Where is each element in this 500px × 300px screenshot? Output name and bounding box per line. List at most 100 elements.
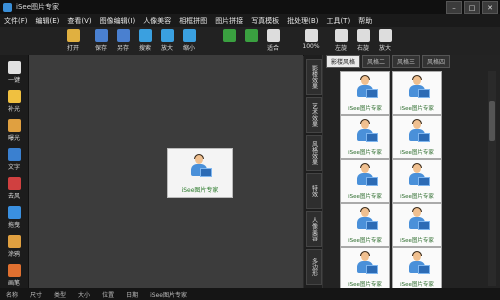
toolbar-button[interactable] [240,29,262,53]
menu-item[interactable]: 查看(V) [63,16,95,26]
effect-thumbnail[interactable]: iSee图片专家 [340,115,390,159]
effect-thumbnail[interactable]: iSee图片专家 [392,159,442,203]
doodle-icon [7,235,21,248]
status-field: iSee图片专家 [150,291,187,299]
effect-thumbnail[interactable]: iSee图片专家 [340,159,390,203]
toolbar-button[interactable]: 另存 [112,29,134,53]
toolbar-button[interactable] [218,29,240,53]
toolbar-button-label: 放大 [378,45,391,52]
effect-thumbnail[interactable]: iSee图片专家 [392,203,442,247]
status-field: 日期 [126,291,139,299]
menu-item[interactable]: 图像编辑(I) [96,16,140,26]
toolbar-button[interactable]: 缩小 [178,29,200,53]
forward-arrow-icon [244,29,258,42]
back-arrow-icon [222,29,236,42]
avatar-icon [354,207,378,230]
effect-style-tab[interactable]: 风格二 [362,55,391,68]
maximize-button[interactable]: □ [464,1,480,14]
effect-thumbnail[interactable]: iSee图片专家 [340,247,390,291]
toolbar-button-label: 左旋 [334,45,347,52]
thumbnail-caption: iSee图片专家 [400,150,434,156]
sidebar-tool[interactable]: 拖曳 [1,204,27,232]
sidebar-tool[interactable]: 去风 [1,175,27,203]
effect-style-tab[interactable]: 影楼风格 [326,55,361,68]
avatar-icon [188,154,212,177]
effect-thumbnail[interactable]: iSee图片专家 [340,71,390,115]
menu-item[interactable]: 帮助 [354,16,376,26]
fit-icon [266,29,280,42]
image-canvas[interactable]: iSee图片专家 [29,55,303,288]
effect-category-tabs: 影楼效果艺术效果风格效果特效人像美容多边形 [304,55,323,288]
menu-item[interactable]: 文件(F) [0,16,32,26]
sidebar-tool-label: 涂鸦 [7,251,20,258]
thumbnail-caption: iSee图片专家 [400,238,434,244]
sidebar-tool-label: 补光 [7,106,20,113]
sidebar-tool[interactable]: 补光 [1,88,27,116]
thumbnail-caption: iSee图片专家 [400,194,434,200]
toolbar-button[interactable]: 100% [300,29,322,53]
effect-style-tabs: 影楼风格 风格二 风格三 风格四 [326,55,476,68]
minimize-button[interactable]: – [446,1,462,14]
sidebar-tool[interactable]: 文字 [1,146,27,174]
menu-bar: 文件(F) 编辑(E) 查看(V) 图像编辑(I) 人像美容 相框拼图 图片拼接 写真模板 批处… [0,14,500,27]
toolbar-button[interactable]: 搜索 [134,29,156,53]
menu-item[interactable]: 相框拼图 [175,16,211,26]
text-icon [7,148,21,161]
sidebar-tool[interactable]: 画笔 [1,262,27,290]
fill-light-icon [7,90,21,103]
scrollbar-thumb[interactable] [489,101,495,141]
effect-style-tab[interactable]: 风格四 [422,55,451,68]
effect-category-tab[interactable]: 影楼效果 [306,59,322,95]
effect-thumbnail[interactable]: iSee图片专家 [340,203,390,247]
preview-image[interactable]: iSee图片专家 [167,148,233,198]
sidebar-tool-label: 拖曳 [7,222,20,229]
effect-category-tab[interactable]: 艺术效果 [306,97,322,133]
toolbar-button[interactable]: 打开 [62,29,84,53]
sidebar-tool-label: 画笔 [7,280,20,287]
thumbnail-caption: iSee图片专家 [348,282,382,288]
zoom-out-icon [182,29,196,42]
effect-style-tab[interactable]: 风格三 [392,55,421,68]
status-field: 位置 [102,291,115,299]
toolbar-button[interactable]: 左旋 [330,29,352,53]
effect-category-tab[interactable]: 风格效果 [306,135,322,171]
effect-category-tab[interactable]: 特效 [306,173,322,209]
avatar-icon [354,163,378,186]
effect-thumbnail[interactable]: iSee图片专家 [392,247,442,291]
toolbar-button[interactable]: 放大 [374,29,396,53]
toolbar-button[interactable]: 保存 [90,29,112,53]
sidebar-tool[interactable]: 涂鸦 [1,233,27,261]
menu-item[interactable]: 人像美容 [139,16,175,26]
sidebar-tool-label: 一键 [7,77,20,84]
actual-size-icon [304,29,318,42]
toolbar-button-label: 放大 [160,45,173,52]
menu-item[interactable]: 图片拼接 [211,16,247,26]
effect-thumbnail[interactable]: iSee图片专家 [392,115,442,159]
image-caption: iSee图片专家 [181,187,219,194]
toolbar-button[interactable]: 右旋 [352,29,374,53]
sidebar-tool[interactable]: 一键 [1,59,27,87]
dewind-icon [7,177,21,190]
menu-item[interactable]: 编辑(E) [32,16,64,26]
close-button[interactable]: ✕ [482,1,498,14]
toolbar: 打开 保存 另存 搜索 放大 缩小 适合 100% 左旋 右旋 放大 [0,27,500,56]
avatar-icon [406,75,430,98]
tools-sidebar: 一键补光曝光 文字 去风拖曳涂鸦画笔 [0,55,29,300]
effect-category-tab[interactable]: 人像美容 [306,211,322,247]
toolbar-button[interactable]: 放大 [156,29,178,53]
menu-item[interactable]: 写真模板 [247,16,283,26]
effect-thumbnail[interactable]: iSee图片专家 [392,71,442,115]
save-icon [94,29,108,42]
menu-item[interactable]: 工具(T) [322,16,354,26]
effect-category-tab[interactable]: 多边形 [306,249,322,285]
rotate-right-icon [356,29,370,42]
menu-item[interactable]: 批处理(B) [283,16,322,26]
toolbar-button[interactable]: 适合 [262,29,284,53]
thumbnail-caption: iSee图片专家 [348,150,382,156]
panel-scrollbar[interactable] [488,71,496,286]
zoom-in-icon [160,29,174,42]
sidebar-tool[interactable]: 曝光 [1,117,27,145]
one-click-icon [7,61,21,74]
toolbar-button-label: 右旋 [356,45,369,52]
toolbar-button-label: 100% [302,43,320,50]
